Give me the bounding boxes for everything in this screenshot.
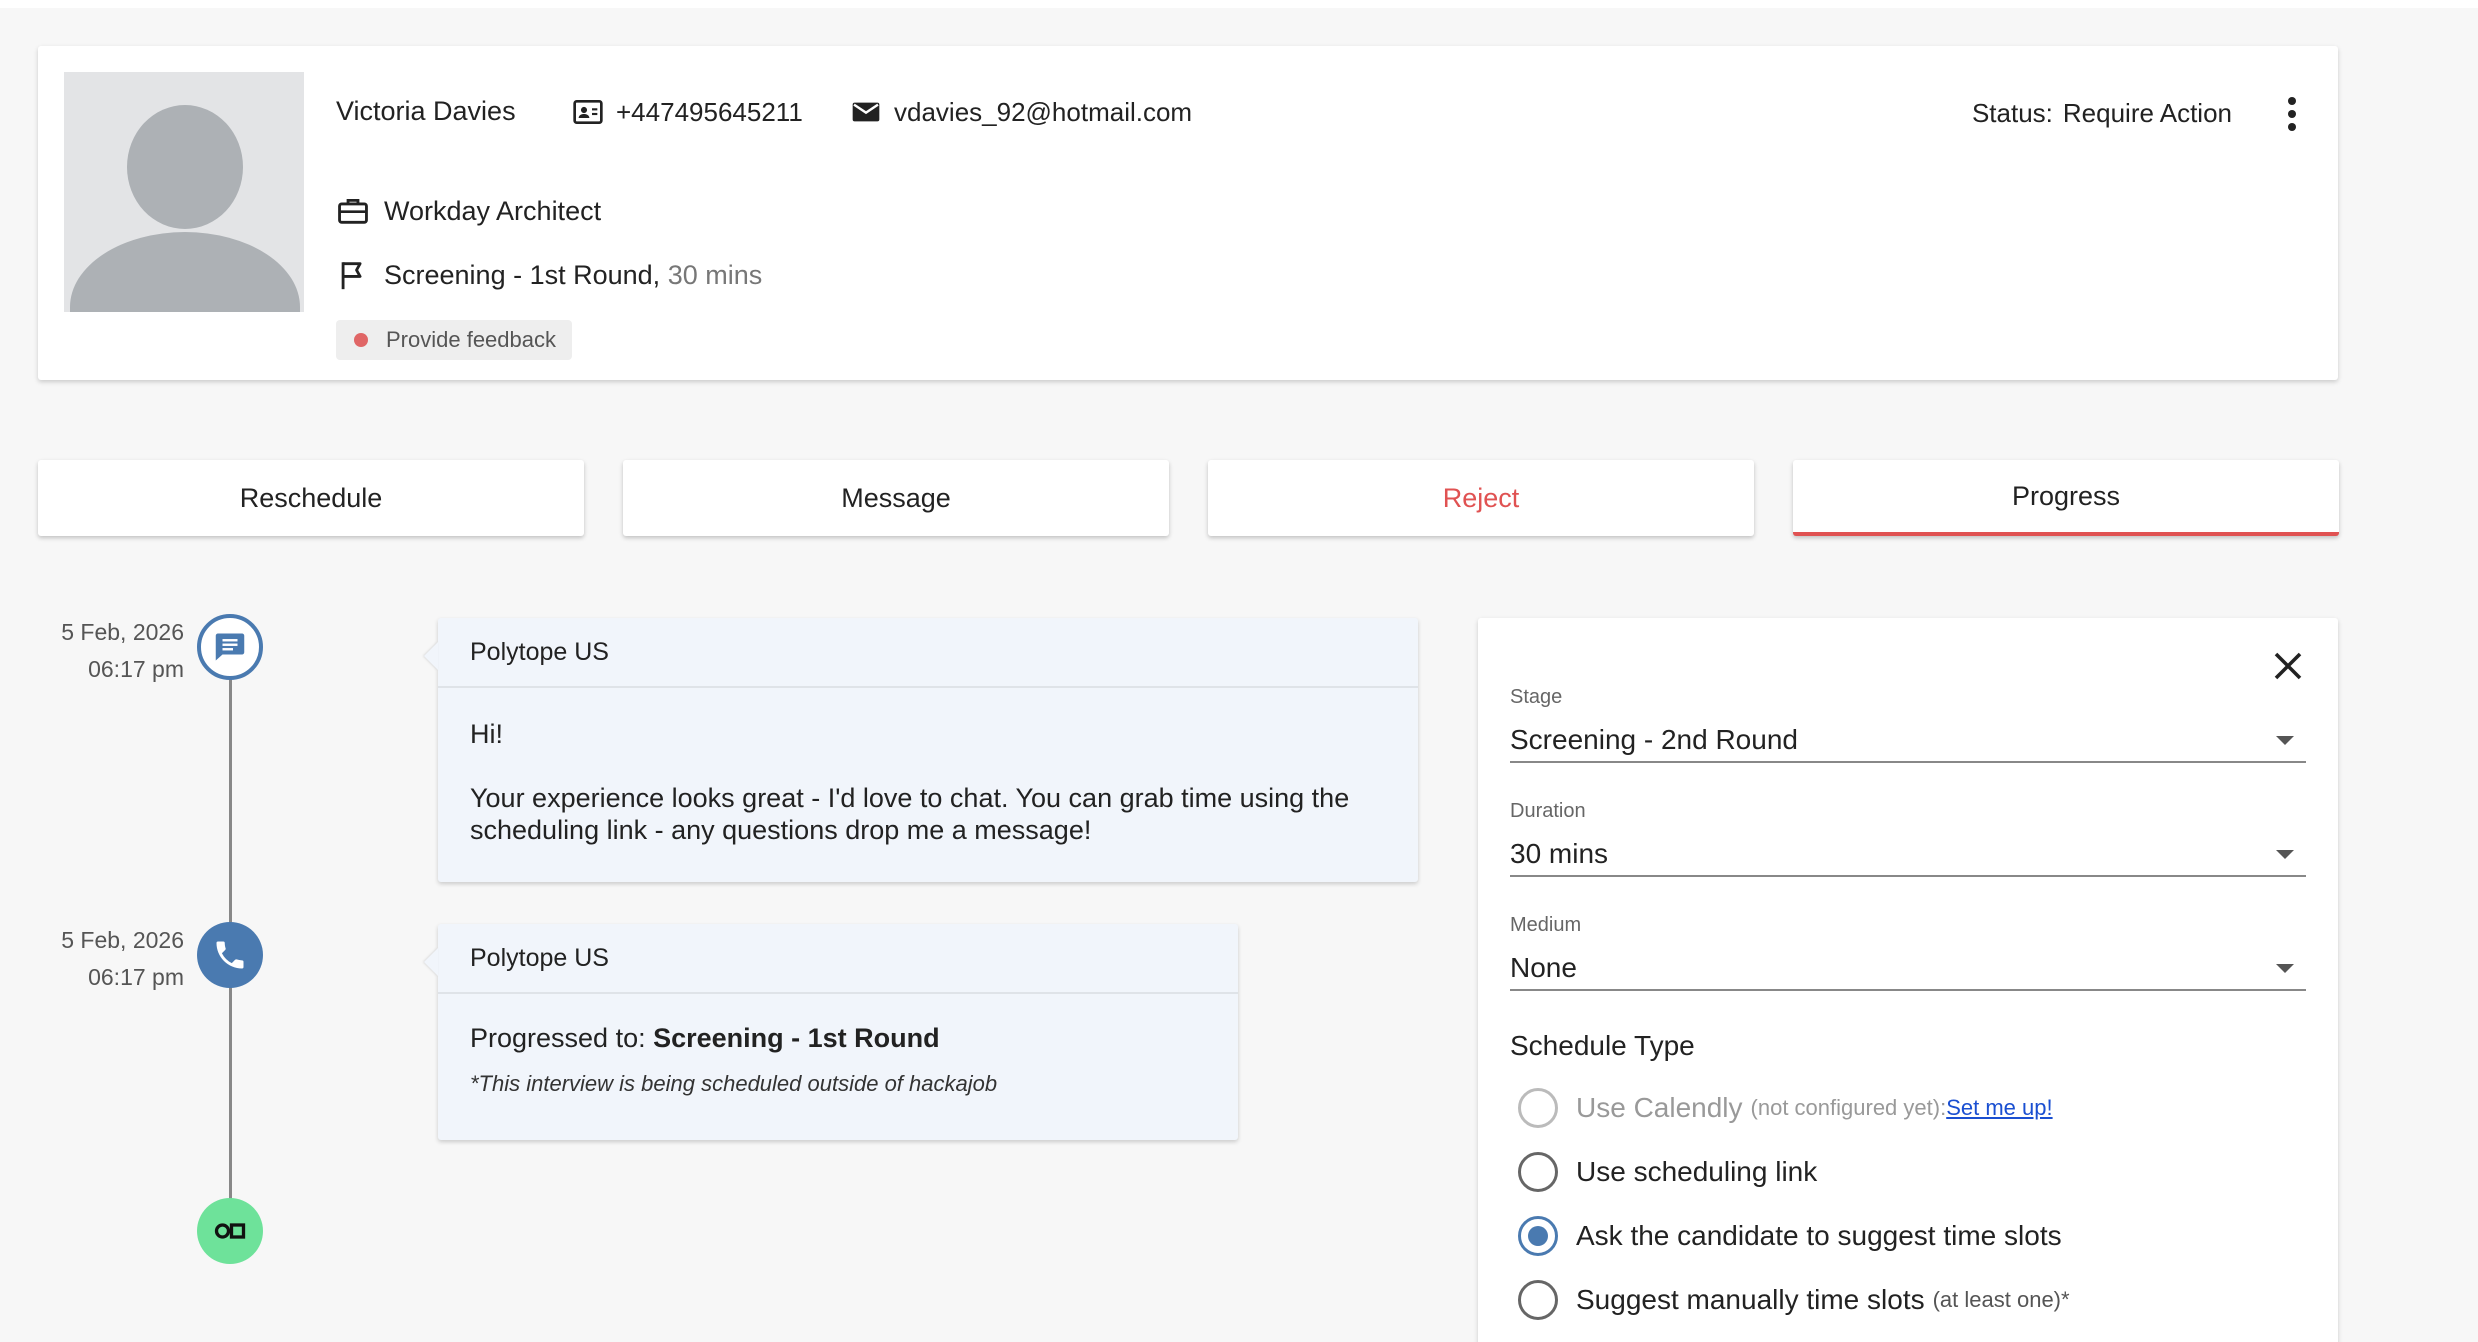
candidate-name: Victoria Davies	[336, 96, 516, 126]
medium-label: Medium	[1510, 914, 1582, 936]
message-button[interactable]: Message	[623, 460, 1169, 536]
duration-select[interactable]: Duration 30 mins	[1510, 800, 2306, 877]
progress-form-panel: Stage Screening - 2nd Round Duration 30 …	[1478, 618, 2338, 1342]
option-manual-slots[interactable]: Suggest manually time slots (at least on…	[1518, 1280, 2070, 1320]
feedback-chip-label: Provide feedback	[386, 327, 556, 352]
timeline-date-1: 5 Feb, 2026 06:17 pm	[61, 619, 184, 682]
chevron-down-icon	[2276, 963, 2294, 973]
medium-select[interactable]: Medium None	[1510, 914, 2306, 991]
stage-duration: 30 mins	[667, 259, 763, 290]
timeline-message-card: Polytope US Hi! Your experience looks gr…	[438, 618, 1418, 882]
chevron-down-icon	[2276, 849, 2294, 859]
status-value: Require Action	[2062, 98, 2232, 128]
radio-scheduling-link[interactable]	[1518, 1152, 1558, 1192]
medium-value: None	[1510, 952, 1577, 983]
provide-feedback-chip[interactable]: Provide feedback	[336, 320, 572, 360]
option-scheduling-link[interactable]: Use scheduling link	[1518, 1152, 1817, 1192]
avatar	[64, 72, 304, 312]
progress-sender: Polytope US	[438, 924, 1238, 994]
timeline-progress-card: Polytope US Progressed to: Screening - 1…	[438, 924, 1238, 1140]
message-greeting: Hi!	[470, 719, 503, 749]
candidate-email[interactable]: vdavies_92@hotmail.com	[850, 96, 1192, 128]
reschedule-button[interactable]: Reschedule	[38, 460, 584, 536]
progress-button[interactable]: Progress	[1793, 460, 2339, 536]
option-candidate-suggest[interactable]: Ask the candidate to suggest time slots	[1518, 1216, 2062, 1256]
more-options-icon[interactable]	[2282, 94, 2302, 134]
briefcase-icon	[338, 198, 368, 224]
message-sender: Polytope US	[438, 618, 1418, 688]
current-stage: Screening - 1st Round, 30 mins	[336, 258, 762, 292]
duration-label: Duration	[1510, 800, 1586, 822]
status-label: Status:	[1971, 98, 2053, 128]
candidate-card: Victoria Davies +447495645211 vdavies_92…	[38, 46, 2338, 380]
phone-text: +447495645211	[616, 96, 803, 127]
stage-text: Screening - 1st Round,	[384, 259, 661, 290]
radio-candidate-suggest[interactable]	[1518, 1216, 1558, 1256]
message-node-icon	[197, 614, 263, 680]
progress-stage: Screening - 1st Round	[653, 1023, 940, 1053]
message-text: Your experience looks great - I'd love t…	[470, 783, 1350, 845]
phone-node-icon	[197, 922, 263, 988]
option-use-calendly: Use Calendly (not configured yet): Set m…	[1518, 1088, 2053, 1128]
set-me-up-link[interactable]: Set me up!	[1946, 1095, 2052, 1121]
timeline-date-2: 5 Feb, 2026 06:17 pm	[61, 927, 184, 990]
job-title: Workday Architect	[336, 194, 601, 228]
progress-prefix: Progressed to:	[470, 1023, 646, 1053]
flag-icon	[341, 262, 362, 290]
schedule-type-heading: Schedule Type	[1510, 1030, 1695, 1061]
radio-manual-slots[interactable]	[1518, 1280, 1558, 1320]
progress-note: *This interview is being scheduled outsi…	[470, 1071, 998, 1096]
top-bar	[0, 0, 2478, 8]
status: Status: Require Action	[1972, 98, 2232, 129]
stage-label: Stage	[1510, 686, 1563, 708]
mail-icon	[852, 102, 880, 122]
close-icon[interactable]	[2270, 648, 2306, 684]
feedback-dot-icon	[354, 333, 368, 347]
contact-card-icon	[573, 100, 603, 124]
pipeline-node-icon	[197, 1198, 263, 1264]
stage-select[interactable]: Stage Screening - 2nd Round	[1510, 686, 2306, 763]
email-text: vdavies_92@hotmail.com	[894, 96, 1193, 127]
stage-value: Screening - 2nd Round	[1510, 724, 1798, 755]
job-title-text: Workday Architect	[384, 195, 602, 226]
chevron-down-icon	[2276, 735, 2294, 745]
candidate-phone[interactable]: +447495645211	[572, 96, 803, 128]
duration-value: 30 mins	[1510, 838, 1609, 869]
reject-button[interactable]: Reject	[1208, 460, 1754, 536]
radio-use-calendly	[1518, 1088, 1558, 1128]
